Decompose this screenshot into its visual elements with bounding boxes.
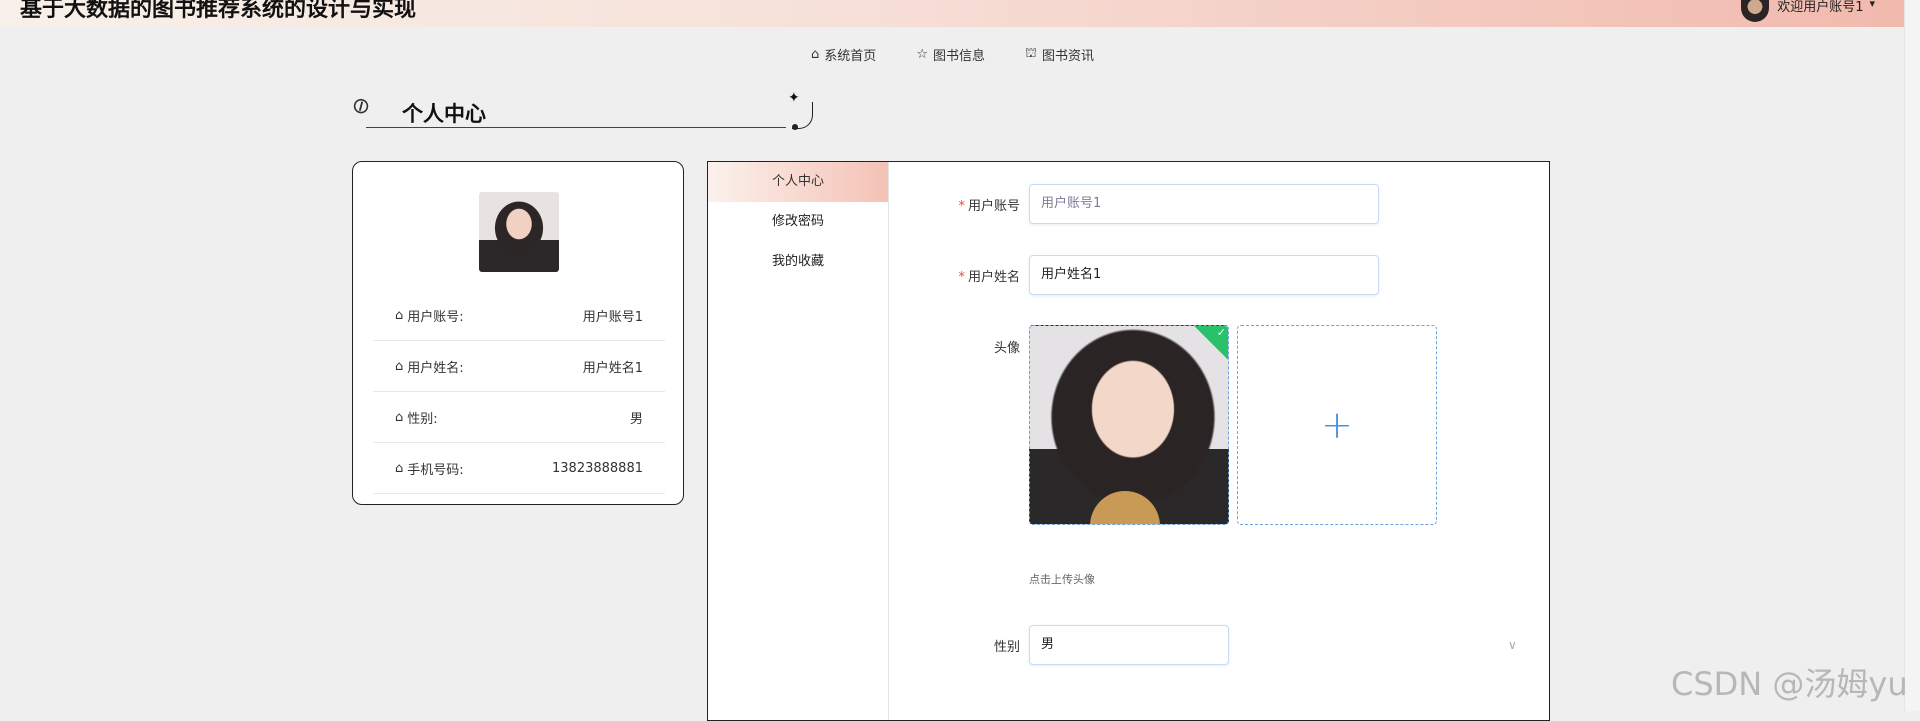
info-row-gender: ⌂ 性别: 男 — [373, 393, 665, 443]
user-menu[interactable]: 欢迎用户账号1 ▾ — [1741, 0, 1875, 22]
gender-label: 性别 — [993, 640, 1020, 655]
app-title: 基于大数据的图书推荐系统的设计与实现 — [20, 0, 417, 22]
account-input[interactable]: 用户账号1 — [1029, 184, 1379, 224]
name-input[interactable]: 用户姓名1 — [1029, 255, 1379, 295]
info-value: 男 — [629, 412, 643, 427]
home-icon: ⌂ — [395, 461, 404, 476]
chevron-down-icon[interactable]: ∨ — [1508, 638, 1517, 652]
required-mark: * — [958, 199, 965, 214]
menu-item-profile[interactable]: 个人中心 — [708, 162, 888, 202]
leaf-icon: ⊘ — [346, 91, 376, 122]
side-menu: 个人中心 修改密码 我的收藏 — [708, 162, 889, 720]
avatar — [479, 192, 559, 272]
avatar-label: 头像 — [993, 341, 1020, 356]
menu-item-favorites[interactable]: 我的收藏 — [708, 242, 888, 282]
info-value: 用户姓名1 — [582, 361, 643, 376]
page-title: 个人中心 — [402, 102, 486, 126]
chevron-down-icon[interactable]: ▾ — [1869, 0, 1875, 10]
home-icon: ⌂ — [395, 410, 404, 425]
welcome-text[interactable]: 欢迎用户账号1 — [1777, 0, 1863, 15]
account-label: * 用户账号 — [958, 199, 1020, 214]
user-avatar[interactable] — [1741, 0, 1770, 22]
info-value: 用户账号1 — [582, 310, 643, 325]
info-label: ⌂ 手机号码: — [395, 461, 464, 478]
menu-item-change-password[interactable]: 修改密码 — [708, 202, 888, 242]
uploaded-avatar-image[interactable]: ✓ — [1029, 325, 1229, 525]
upload-hint: 点击上传头像 — [1029, 573, 1095, 586]
vertical-scrollbar[interactable] — [1904, 0, 1920, 711]
bag-icon: ⛫ — [1024, 46, 1037, 61]
nav-item-label: 图书资讯 — [1041, 49, 1094, 64]
info-row-name: ⌂ 用户姓名: 用户姓名1 — [373, 342, 665, 392]
watermark: CSDN @汤姆yu — [1671, 665, 1908, 703]
nav-item-label: 图书信息 — [932, 49, 985, 64]
home-icon: ⌂ — [395, 308, 404, 323]
gender-select[interactable]: 男 — [1029, 625, 1229, 665]
info-value: 13823888881 — [552, 461, 643, 476]
main-nav: ⌂ 系统首页 ☆ 图书信息 ⛫ 图书资讯 — [0, 45, 1905, 64]
heading-underline — [366, 127, 786, 128]
info-row-account: ⌂ 用户账号: 用户账号1 — [373, 291, 665, 341]
home-icon: ⌂ — [395, 359, 404, 374]
nav-item-books[interactable]: ☆ 图书信息 — [916, 45, 985, 64]
top-header: 基于大数据的图书推荐系统的设计与实现 欢迎用户账号1 ▾ — [0, 0, 1905, 27]
nav-item-home[interactable]: ⌂ 系统首页 — [811, 45, 876, 64]
info-label: ⌂ 性别: — [395, 410, 438, 427]
page-heading: ⊘ 个人中心 ✦ — [347, 90, 822, 134]
name-label: * 用户姓名 — [958, 270, 1020, 285]
upload-add-button[interactable]: + — [1237, 325, 1437, 525]
home-icon: ⌂ — [811, 47, 820, 62]
profile-card: ⌂ 用户账号: 用户账号1 ⌂ 用户姓名: 用户姓名1 ⌂ 性别: 男 ⌂ 手机… — [352, 161, 684, 505]
star-icon: ☆ — [916, 47, 928, 62]
check-icon: ✓ — [1216, 326, 1226, 339]
info-label: ⌂ 用户账号: — [395, 308, 464, 325]
form-panel: 个人中心 修改密码 我的收藏 * 用户账号 用户账号1 * 用户姓名 用户姓名1 头… — [707, 161, 1550, 721]
info-row-phone: ⌂ 手机号码: 13823888881 — [373, 444, 665, 494]
avatar-image-detail — [1090, 491, 1160, 524]
required-mark: * — [958, 270, 965, 285]
heading-dot-decoration — [792, 124, 798, 130]
nav-item-label: 系统首页 — [824, 49, 877, 64]
info-label: ⌂ 用户姓名: — [395, 359, 464, 376]
nav-item-news[interactable]: ⛫ 图书资讯 — [1025, 45, 1094, 64]
